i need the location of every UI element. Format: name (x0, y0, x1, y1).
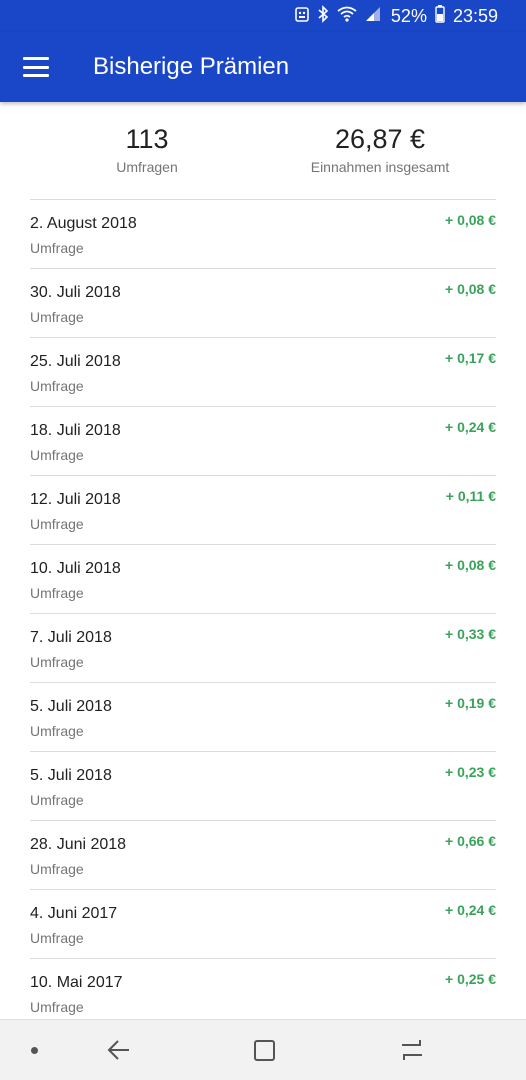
reward-amount: + 0,08 € (445, 212, 496, 228)
reward-date: 30. Juli 2018 (30, 284, 121, 301)
reward-type: Umfrage (30, 930, 84, 946)
reward-date: 10. Mai 2017 (30, 974, 123, 991)
page-title: Bisherige Prämien (93, 53, 290, 80)
reward-type: Umfrage (30, 378, 84, 394)
recent-apps-icon[interactable] (400, 1038, 424, 1062)
reward-date: 7. Juli 2018 (30, 629, 112, 646)
reward-amount: + 0,11 € (445, 488, 496, 504)
home-icon[interactable] (254, 1040, 275, 1061)
reward-type: Umfrage (30, 447, 84, 463)
reward-date: 4. Juni 2017 (30, 905, 118, 922)
reward-amount: + 0,24 € (445, 902, 496, 918)
back-icon[interactable] (106, 1038, 130, 1062)
reward-type: Umfrage (30, 585, 84, 601)
list-item[interactable]: 25. Juli 2018 Umfrage + 0,17 € (30, 337, 496, 406)
list-item[interactable]: 28. Juni 2018 Umfrage + 0,66 € (30, 820, 496, 889)
reward-amount: + 0,25 € (445, 971, 496, 987)
reward-type: Umfrage (30, 309, 84, 325)
list-item[interactable]: 7. Juli 2018 Umfrage + 0,33 € (30, 613, 496, 682)
reward-type: Umfrage (30, 861, 84, 877)
reward-date: 25. Juli 2018 (30, 353, 121, 370)
app-bar: Bisherige Prämien (0, 32, 526, 102)
reward-date: 10. Juli 2018 (30, 560, 121, 577)
wifi-icon (337, 6, 357, 27)
reward-date: 18. Juli 2018 (30, 422, 121, 439)
reward-amount: + 0,17 € (445, 350, 496, 366)
total-earnings: 26,87 € (334, 124, 426, 154)
list-item[interactable]: 4. Juni 2017 Umfrage + 0,24 € (30, 889, 496, 958)
reward-amount: + 0,24 € (445, 419, 496, 435)
surveys-count: 113 (125, 124, 169, 154)
list-item[interactable]: 30. Juli 2018 Umfrage + 0,08 € (30, 268, 496, 337)
reward-type: Umfrage (30, 516, 84, 532)
reward-type: Umfrage (30, 723, 84, 739)
reward-amount: + 0,23 € (445, 764, 496, 780)
reward-type: Umfrage (30, 240, 84, 256)
list-item[interactable]: 5. Juli 2018 Umfrage + 0,19 € (30, 682, 496, 751)
system-nav-bar (0, 1019, 526, 1080)
reward-amount: + 0,08 € (445, 557, 496, 573)
battery-icon (435, 4, 445, 28)
reward-type: Umfrage (30, 999, 84, 1015)
reward-date: 5. Juli 2018 (30, 698, 112, 715)
list-item[interactable]: 18. Juli 2018 Umfrage + 0,24 € (30, 406, 496, 475)
bluetooth-icon (317, 4, 329, 28)
list-item[interactable]: 5. Juli 2018 Umfrage + 0,23 € (30, 751, 496, 820)
reward-type: Umfrage (30, 654, 84, 670)
reward-date: 28. Juni 2018 (30, 836, 127, 853)
list-item[interactable]: 10. Mai 2017 Umfrage + 0,25 € (30, 958, 496, 1027)
reward-date: 12. Juli 2018 (30, 491, 121, 508)
battery-percent: 52% (390, 5, 427, 26)
rewards-list: 2. August 2018 Umfrage + 0,08 € 30. Juli 2… (30, 199, 496, 1027)
reward-amount: + 0,19 € (445, 695, 496, 711)
reward-date: 2. August 2018 (30, 215, 137, 232)
total-earnings-label: Einnahmen insgesamt (310, 159, 450, 175)
list-item[interactable]: 10. Juli 2018 Umfrage + 0,08 € (30, 544, 496, 613)
list-item[interactable]: 12. Juli 2018 Umfrage + 0,11 € (30, 475, 496, 544)
summary-section: 113 Umfragen 26,87 € Einnahmen insgesamt (0, 102, 526, 200)
status-time: 23:59 (452, 5, 498, 26)
list-item[interactable]: 2. August 2018 Umfrage + 0,08 € (30, 199, 496, 268)
reward-amount: + 0,33 € (445, 626, 496, 642)
reward-type: Umfrage (30, 792, 84, 808)
surveys-label: Umfragen (116, 159, 178, 175)
status-bar: 52% 23:59 (0, 0, 526, 32)
reward-amount: + 0,08 € (445, 281, 496, 297)
dot-icon[interactable] (31, 1047, 38, 1054)
surveys-stat: 113 Umfragen (87, 124, 207, 175)
notification-icon (295, 6, 309, 27)
reward-date: 5. Juli 2018 (30, 767, 112, 784)
reward-amount: + 0,66 € (445, 833, 496, 849)
earnings-stat: 26,87 € Einnahmen insgesamt (290, 124, 470, 175)
hamburger-menu-icon[interactable] (23, 57, 49, 77)
signal-icon (365, 6, 381, 27)
